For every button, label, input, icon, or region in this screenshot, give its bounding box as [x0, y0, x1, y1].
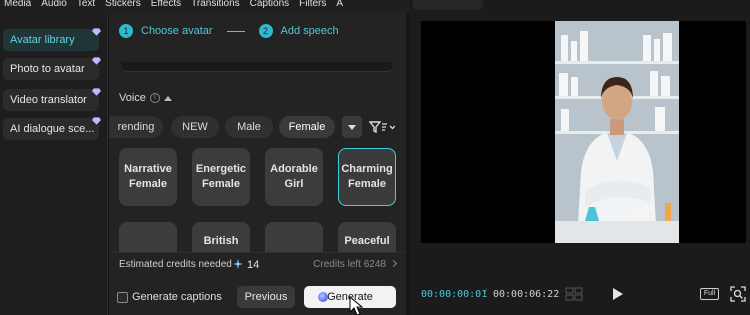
menu-text[interactable]: Text	[72, 0, 100, 12]
voice-card-label: Narrative Female	[124, 163, 172, 190]
mouse-cursor-icon	[349, 296, 363, 315]
time-separator: /	[484, 288, 487, 299]
voice-card-row2-3[interactable]	[265, 222, 323, 252]
menu-effects[interactable]: Effects	[146, 0, 186, 12]
voice-card-label: Energetic Female	[195, 163, 247, 190]
video-player: 00:00:00:01 / 00:00:06:22 Full	[409, 0, 750, 315]
sort-filter-icon[interactable]	[369, 120, 395, 134]
playback-controls: 00:00:00:01 / 00:00:06:22 Full	[409, 280, 750, 308]
voice-label: Voice	[119, 92, 146, 104]
step-1-badge: 1	[119, 24, 133, 38]
menu-captions[interactable]: Captions	[245, 0, 294, 12]
total-time: 00:00:06:22	[493, 289, 560, 300]
sidebar-item-photo-to-avatar[interactable]: Photo to avatar	[3, 58, 99, 80]
credits-needed-value: 14	[247, 259, 260, 271]
sidebar-item-label: Avatar library	[10, 34, 75, 46]
credits-bar: Estimated credits needed 14 Credits left…	[109, 252, 406, 276]
previous-button[interactable]: Previous	[237, 286, 295, 308]
voice-card-label: Adorable Girl	[270, 163, 318, 190]
menu-audio[interactable]: Audio	[36, 0, 72, 12]
left-sidebar: Avatar library Photo to avatar Video tra…	[0, 12, 108, 315]
full-screen-button[interactable]: Full	[700, 288, 719, 300]
step-2-label[interactable]: Add speech	[281, 25, 339, 37]
voice-card-row2-1[interactable]	[119, 222, 177, 252]
step-2-badge: 2	[258, 24, 273, 38]
credits-left-label: Credits left 6248	[313, 259, 386, 270]
premium-diamond-icon	[92, 28, 101, 36]
play-icon[interactable]	[613, 288, 623, 300]
generate-captions-checkbox[interactable]	[117, 292, 128, 303]
sidebar-item-ai-dialogue[interactable]: AI dialogue sce...	[3, 118, 99, 140]
sidebar-item-label: AI dialogue sce...	[10, 123, 95, 135]
step-connector	[226, 30, 245, 32]
voice-section-header[interactable]: Voice i	[119, 92, 172, 104]
menu-media[interactable]: Media	[0, 0, 36, 12]
voice-card-british[interactable]: British	[192, 222, 250, 252]
zoom-fit-icon[interactable]	[730, 286, 746, 302]
voice-filter-chips: rending NEW Male Female	[109, 116, 406, 138]
voice-card-label: British	[203, 235, 239, 247]
filter-chip-female[interactable]: Female	[279, 116, 335, 138]
voice-card-adorable-girl[interactable]: Adorable Girl	[265, 148, 323, 206]
generate-captions-label[interactable]: Generate captions	[132, 291, 222, 303]
sidebar-item-label: Video translator	[10, 94, 87, 106]
voice-card-label: Peaceful	[344, 235, 390, 247]
voice-card-energetic-female[interactable]: Energetic Female	[192, 148, 250, 206]
sidebar-item-label: Photo to avatar	[10, 63, 85, 75]
timeline-grid-icon[interactable]	[565, 287, 583, 301]
voice-card-label: Charming Female	[341, 163, 393, 190]
credits-left-link[interactable]: Credits left 6248	[313, 259, 398, 270]
menu-more[interactable]: A	[331, 0, 348, 12]
stepper: 1 Choose avatar 2 Add speech	[119, 24, 339, 38]
sidebar-item-avatar-library[interactable]: Avatar library	[3, 29, 99, 51]
filter-chip-male[interactable]: Male	[225, 116, 273, 138]
step-1-label[interactable]: Choose avatar	[141, 25, 213, 37]
current-time: 00:00:00:01	[421, 289, 488, 300]
sidebar-item-video-translator[interactable]: Video translator	[3, 89, 99, 111]
chevron-right-icon	[389, 259, 398, 268]
premium-diamond-icon	[92, 88, 101, 96]
voice-card-charming-female[interactable]: Charming Female	[338, 148, 396, 206]
menu-stickers[interactable]: Stickers	[100, 0, 146, 12]
info-icon[interactable]: i	[149, 93, 160, 103]
voice-card-narrative-female[interactable]: Narrative Female	[119, 148, 177, 206]
avatar-voice-panel: 1 Choose avatar 2 Add speech Voice i ren…	[109, 12, 406, 315]
menu-overflow-fade	[388, 0, 410, 12]
premium-diamond-icon	[92, 117, 101, 125]
menu-transitions[interactable]: Transitions	[186, 0, 245, 12]
voice-card-peaceful[interactable]: Peaceful	[338, 222, 396, 252]
video-canvas[interactable]	[421, 21, 746, 243]
filter-dropdown-button[interactable]	[342, 116, 362, 138]
generate-orb-icon	[318, 292, 328, 302]
filter-chip-trending[interactable]: rending	[109, 116, 163, 138]
collapse-caret-icon[interactable]	[163, 95, 172, 101]
top-menu-bar: Media Audio Text Stickers Effects Transi…	[0, 0, 410, 12]
credits-needed-label: Estimated credits needed	[119, 259, 232, 270]
menu-filters[interactable]: Filters	[294, 0, 331, 12]
premium-diamond-icon	[92, 57, 101, 65]
avatar-video-frame	[555, 21, 679, 243]
speech-textarea[interactable]	[121, 62, 393, 72]
player-tab[interactable]	[413, 0, 483, 10]
filter-chip-new[interactable]: NEW	[171, 116, 219, 138]
sparkle-icon	[233, 259, 243, 269]
